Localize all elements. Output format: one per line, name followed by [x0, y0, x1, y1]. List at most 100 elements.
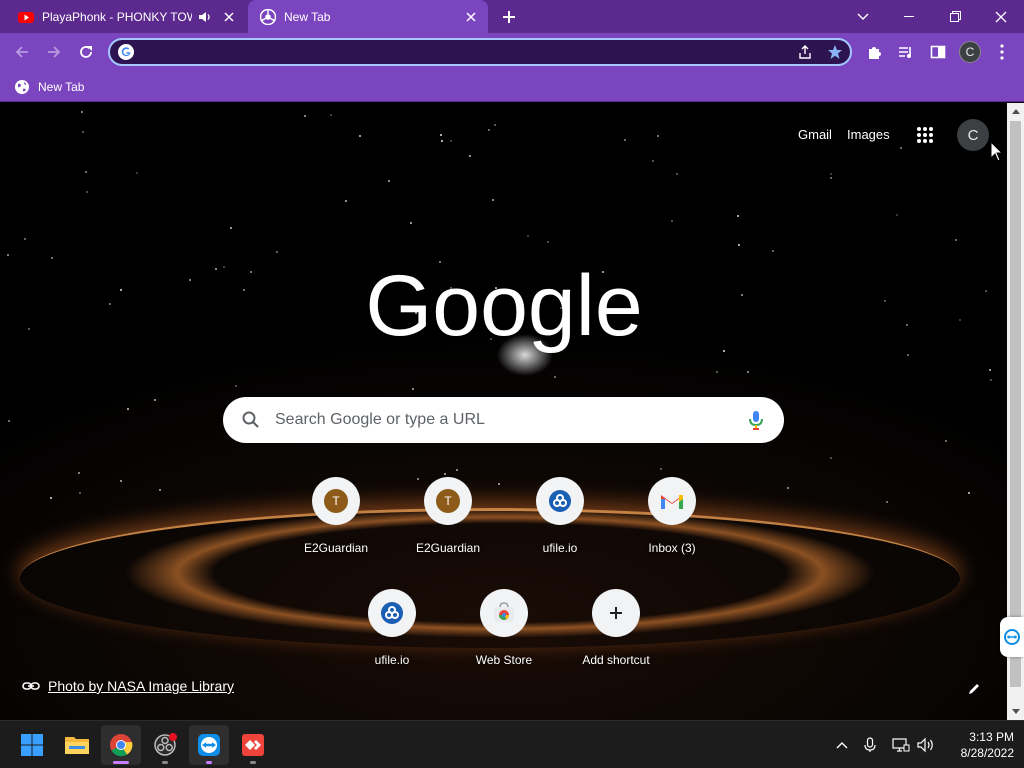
profile-button[interactable]: C [956, 38, 984, 66]
obs-icon [154, 733, 177, 756]
add-shortcut-tile[interactable]: Add shortcut [560, 589, 672, 701]
star [410, 222, 412, 224]
plus-icon [503, 11, 515, 23]
microphone-tray-button[interactable] [858, 733, 882, 757]
star [79, 492, 81, 494]
triangle-up-icon [1011, 109, 1020, 114]
microphone-icon[interactable] [744, 408, 768, 432]
kebab-menu-icon [1000, 44, 1004, 60]
chrome-taskbar-button[interactable] [101, 725, 141, 765]
extensions-button[interactable] [860, 38, 888, 66]
new-tab-page: Gmail Images C Google T E2Guardian [0, 103, 1007, 720]
anydesk-taskbar-button[interactable] [233, 725, 273, 765]
star [450, 140, 452, 142]
tab-new-tab[interactable]: New Tab [248, 0, 488, 33]
star [81, 111, 83, 113]
volume-tray-button[interactable] [914, 733, 938, 757]
star [968, 492, 970, 494]
menu-button[interactable] [988, 38, 1016, 66]
arrow-right-icon [48, 46, 61, 58]
teamviewer-panel-tab[interactable] [1000, 617, 1024, 657]
star [830, 173, 832, 175]
star [243, 289, 245, 291]
star [444, 473, 446, 475]
google-apps-button[interactable] [910, 120, 940, 150]
side-panel-button[interactable] [924, 38, 952, 66]
taskbar-clock[interactable]: 3:13 PM 8/28/2022 [944, 729, 1014, 761]
scroll-up-button[interactable] [1007, 103, 1024, 120]
images-link[interactable]: Images [847, 127, 890, 142]
show-hidden-icons-button[interactable] [830, 733, 854, 757]
shortcut-tile[interactable]: Web Store [448, 589, 560, 701]
file-explorer-button[interactable] [57, 725, 97, 765]
star [671, 220, 673, 222]
minimize-button[interactable] [886, 0, 932, 33]
media-control-button[interactable] [892, 38, 920, 66]
star [959, 319, 961, 321]
shortcut-tile[interactable]: ufile.io [504, 477, 616, 589]
close-window-button[interactable] [978, 0, 1024, 33]
close-tab-button[interactable] [218, 6, 240, 28]
start-button[interactable] [12, 725, 52, 765]
star [830, 457, 832, 459]
bookmark-star-button[interactable] [820, 40, 850, 64]
reload-button[interactable] [72, 38, 100, 66]
tab-search-button[interactable] [840, 0, 886, 33]
star [886, 501, 888, 503]
gmail-link[interactable]: Gmail [798, 127, 832, 142]
media-playlist-icon [899, 47, 911, 58]
attribution-text[interactable]: Photo by NASA Image Library [48, 678, 234, 694]
star [469, 155, 471, 157]
address-input[interactable] [134, 41, 790, 63]
shortcut-tile[interactable]: ufile.io [336, 589, 448, 701]
search-box[interactable] [223, 397, 784, 443]
search-input[interactable] [261, 411, 744, 429]
star [772, 250, 774, 252]
omnibox[interactable] [108, 38, 852, 66]
star [787, 487, 789, 489]
back-button[interactable] [8, 38, 36, 66]
share-button[interactable] [790, 40, 820, 64]
shortcut-tile[interactable]: Inbox (3) [616, 477, 728, 589]
star [990, 379, 992, 381]
background-attribution[interactable]: Photo by NASA Image Library [22, 677, 234, 695]
star [716, 371, 718, 373]
star [120, 289, 122, 291]
close-icon [466, 11, 476, 22]
tab-youtube[interactable]: PlayaPhonk - PHONKY TOWN [8, 0, 246, 33]
forward-button[interactable] [40, 38, 68, 66]
teamviewer-icon [1004, 629, 1020, 645]
shortcut-label: E2Guardian [415, 541, 481, 555]
google-account-button[interactable]: C [957, 119, 989, 151]
logo-text: Google [366, 261, 642, 353]
star [741, 294, 743, 296]
shortcut-tile[interactable]: T E2Guardian [280, 477, 392, 589]
scroll-thumb[interactable] [1010, 121, 1021, 687]
star [28, 328, 30, 330]
star [82, 131, 84, 133]
star [8, 420, 10, 422]
gmail-icon [661, 495, 683, 509]
shortcut-tile[interactable]: T E2Guardian [392, 477, 504, 589]
star [652, 160, 654, 162]
customize-button[interactable] [962, 677, 986, 701]
star [441, 140, 443, 142]
restore-button[interactable] [932, 0, 978, 33]
network-tray-button[interactable] [889, 733, 913, 757]
star [86, 191, 88, 193]
new-tab-button[interactable] [497, 5, 521, 29]
speaker-icon[interactable] [198, 10, 212, 24]
shortcut-label: E2Guardian [303, 541, 369, 555]
scroll-down-button[interactable] [1007, 703, 1024, 720]
close-tab-button[interactable] [460, 6, 482, 28]
star [747, 371, 749, 373]
microphone-icon [864, 737, 876, 752]
plus-icon [610, 607, 622, 619]
star [738, 244, 740, 246]
star [900, 147, 902, 149]
star [945, 440, 947, 442]
obs-taskbar-button[interactable] [145, 725, 185, 765]
bookmark-new-tab[interactable]: New Tab [14, 76, 90, 98]
star [345, 200, 347, 202]
teamviewer-taskbar-button[interactable] [189, 725, 229, 765]
